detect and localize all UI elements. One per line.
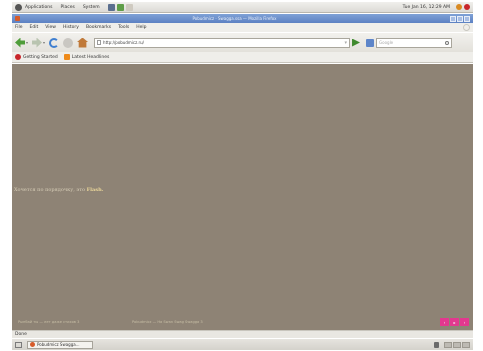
stop-icon xyxy=(63,37,74,48)
top-panel: Applications Places System Tue Jan 16, 1… xyxy=(12,2,473,13)
applications-menu[interactable]: Applications xyxy=(25,5,53,10)
task-label: Pobudmicz Swagga... xyxy=(37,342,80,347)
menu-edit[interactable]: Edit xyxy=(30,25,39,30)
player-controls: ‹ ▸ › xyxy=(439,318,469,326)
menu-tools[interactable]: Tools xyxy=(118,25,129,30)
window-title: Pobudmicz · Swagga.ssa — Mozilla Firefox xyxy=(192,16,277,21)
desktop-screen: Applications Places System Tue Jan 16, 1… xyxy=(12,0,473,351)
system-menu[interactable]: System xyxy=(83,5,100,10)
flash-message-text: Хочется по порядочку, это xyxy=(14,187,85,193)
menu-history[interactable]: History xyxy=(63,25,79,30)
web-browser-launcher-icon[interactable] xyxy=(116,3,124,11)
trash-icon[interactable] xyxy=(434,341,439,348)
mail-launcher-icon[interactable] xyxy=(125,3,133,11)
footer-text-left: Рынбай ты — лет даже стихов 3 xyxy=(18,320,80,324)
bookmark-latest-headlines[interactable]: Latest Headlines xyxy=(63,54,110,60)
search-placeholder: Google xyxy=(379,40,394,45)
search-icon[interactable] xyxy=(445,40,450,45)
play-icon[interactable]: ▸ xyxy=(450,318,459,326)
next-icon[interactable]: › xyxy=(460,318,469,326)
menu-bookmarks[interactable]: Bookmarks xyxy=(86,25,111,30)
clock[interactable]: Tue Jan 16, 12:29 AM xyxy=(403,5,450,10)
page-icon xyxy=(97,40,102,45)
power-icon[interactable] xyxy=(464,4,470,10)
bookmark-star-icon[interactable]: ▾ xyxy=(345,40,348,46)
close-button[interactable] xyxy=(464,15,470,22)
workspace-switcher-2[interactable] xyxy=(453,341,461,348)
back-arrow-icon xyxy=(15,37,25,48)
bookmarks-toolbar: Getting Started Latest Headlines xyxy=(12,52,473,63)
show-desktop-icon[interactable] xyxy=(15,341,22,348)
search-input[interactable]: Google xyxy=(376,37,453,48)
home-icon xyxy=(77,37,89,48)
navigation-toolbar: ▾ ▾ http://pobudmicz.ru/ ▾ Google xyxy=(12,33,473,52)
bookmark-getting-started[interactable]: Getting Started xyxy=(15,54,58,60)
gnome-foot-icon[interactable] xyxy=(15,3,22,11)
menu-file[interactable]: File xyxy=(15,25,23,30)
chevron-down-icon[interactable]: ▾ xyxy=(43,40,45,45)
status-text: Done xyxy=(15,332,27,337)
page-content: Хочется по порядочку, это Flash. Рынбай … xyxy=(12,64,473,330)
bookmark-label: Latest Headlines xyxy=(71,54,110,60)
bookmark-label: Getting Started xyxy=(23,54,58,60)
menu-view[interactable]: View xyxy=(45,25,56,30)
bottom-panel: Pobudmicz Swagga... xyxy=(12,339,473,350)
menu-help[interactable]: Help xyxy=(136,25,146,30)
throbber-icon xyxy=(463,24,470,31)
status-bar: Done xyxy=(12,330,473,338)
maximize-button[interactable] xyxy=(457,15,463,22)
workspace-switcher-3[interactable] xyxy=(462,341,470,348)
rss-icon xyxy=(63,54,70,60)
forward-arrow-icon xyxy=(32,37,43,48)
places-menu[interactable]: Places xyxy=(61,5,75,10)
chevron-down-icon[interactable]: ▾ xyxy=(26,40,28,45)
url-bar[interactable]: http://pobudmicz.ru/ ▾ xyxy=(94,37,351,48)
menu-bar: File Edit View History Bookmarks Tools H… xyxy=(12,23,473,32)
panel-tray: Tue Jan 16, 12:29 AM xyxy=(403,4,470,10)
firefox-bookmark-icon xyxy=(15,54,21,60)
window-titlebar[interactable]: Pobudmicz · Swagga.ssa — Mozilla Firefox xyxy=(12,14,473,23)
go-button[interactable] xyxy=(352,38,361,47)
previous-icon[interactable]: ‹ xyxy=(440,318,449,326)
footer-text-right: Pobudmicz — На Swan Swag Swagga 3 xyxy=(132,320,203,324)
taskbar-window-button[interactable]: Pobudmicz Swagga... xyxy=(27,340,93,349)
flash-link[interactable]: Flash. xyxy=(87,187,104,193)
reload-button[interactable] xyxy=(49,37,60,48)
search-engine-icon[interactable] xyxy=(366,38,375,47)
reload-icon xyxy=(49,37,60,48)
home-button[interactable] xyxy=(77,37,89,48)
terminal-launcher-icon[interactable] xyxy=(107,3,115,11)
stop-button[interactable] xyxy=(63,37,74,48)
forward-button[interactable]: ▾ xyxy=(32,37,45,48)
workspace-switcher-1[interactable] xyxy=(444,341,452,348)
firefox-icon xyxy=(30,342,35,347)
flash-required-message: Хочется по порядочку, это Flash. xyxy=(14,187,103,193)
minimize-button[interactable] xyxy=(450,15,456,22)
back-button[interactable]: ▾ xyxy=(15,37,28,48)
url-text[interactable]: http://pobudmicz.ru/ xyxy=(103,40,344,45)
network-icon[interactable] xyxy=(456,4,462,10)
